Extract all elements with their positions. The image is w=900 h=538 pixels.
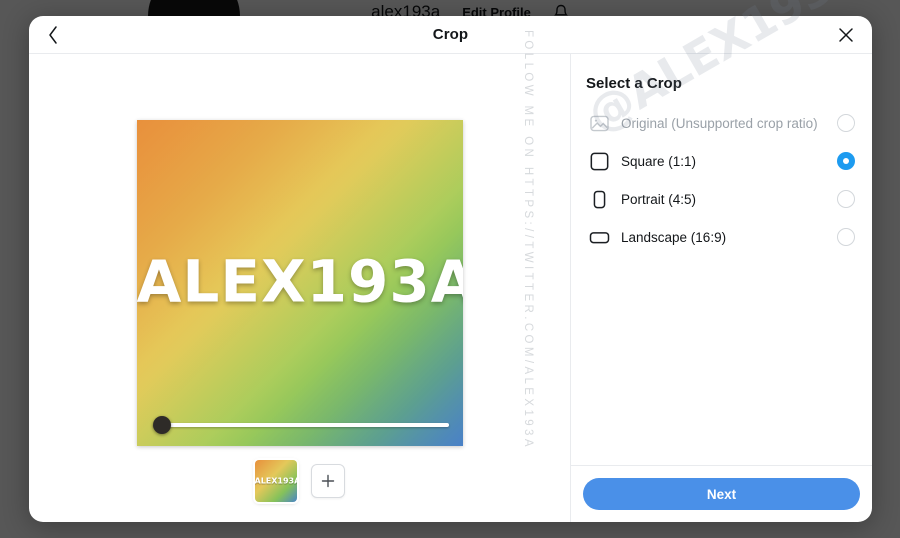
- crop-preview[interactable]: ALEX193A: [136, 120, 463, 446]
- crop-option-radio[interactable]: [837, 152, 855, 170]
- crop-option-landscape[interactable]: Landscape (16:9): [585, 218, 858, 256]
- crop-option-radio[interactable]: [837, 228, 855, 246]
- dialog-footer: Next: [571, 466, 872, 522]
- crop-option-label: Portrait (4:5): [621, 191, 697, 207]
- plus-icon: [321, 474, 334, 488]
- add-media-button[interactable]: [310, 464, 345, 498]
- next-button[interactable]: Next: [583, 478, 860, 510]
- crop-image-text: ALEX193A: [136, 247, 463, 316]
- media-thumbnail-text: ALEX193A: [254, 476, 297, 486]
- media-thumbnail-strip: ALEX193A: [254, 460, 345, 502]
- crop-options-list: Select a Crop Original (Unsupported crop…: [571, 54, 872, 466]
- square-icon: [585, 152, 613, 171]
- crop-options-pane: Select a Crop Original (Unsupported crop…: [571, 54, 872, 522]
- crop-option-portrait[interactable]: Portrait (4:5): [585, 180, 858, 218]
- portrait-rectangle-icon: [585, 190, 613, 209]
- crop-option-original[interactable]: Original (Unsupported crop ratio): [585, 104, 858, 142]
- crop-option-radio[interactable]: [837, 190, 855, 208]
- page-root: alex193a Edit Profile Crop: [0, 0, 900, 538]
- crop-option-label: Landscape (16:9): [621, 229, 727, 245]
- image-placeholder-icon: [585, 115, 613, 132]
- media-thumbnail[interactable]: ALEX193A: [254, 460, 297, 502]
- crop-options-heading: Select a Crop: [586, 75, 682, 92]
- zoom-slider-track: [152, 423, 449, 427]
- dialog-header: Crop: [29, 16, 872, 54]
- crop-dialog: Crop ALEX193A ALEX193A Select a Crop Ori…: [29, 16, 872, 522]
- zoom-slider-thumb[interactable]: [152, 416, 171, 434]
- dialog-body: ALEX193A ALEX193A Select a Crop Original…: [29, 54, 872, 522]
- crop-option-label: Square (1:1): [621, 153, 697, 169]
- landscape-rectangle-icon: [585, 230, 613, 245]
- zoom-slider[interactable]: [152, 416, 449, 434]
- crop-option-square[interactable]: Square (1:1): [585, 142, 858, 180]
- image-editor-pane: ALEX193A ALEX193A: [29, 54, 571, 522]
- crop-option-radio[interactable]: [837, 114, 855, 132]
- dialog-title: Crop: [432, 26, 469, 43]
- back-button[interactable]: [37, 20, 69, 50]
- crop-option-label: Original (Unsupported crop ratio): [621, 115, 818, 131]
- close-button[interactable]: [830, 20, 862, 50]
